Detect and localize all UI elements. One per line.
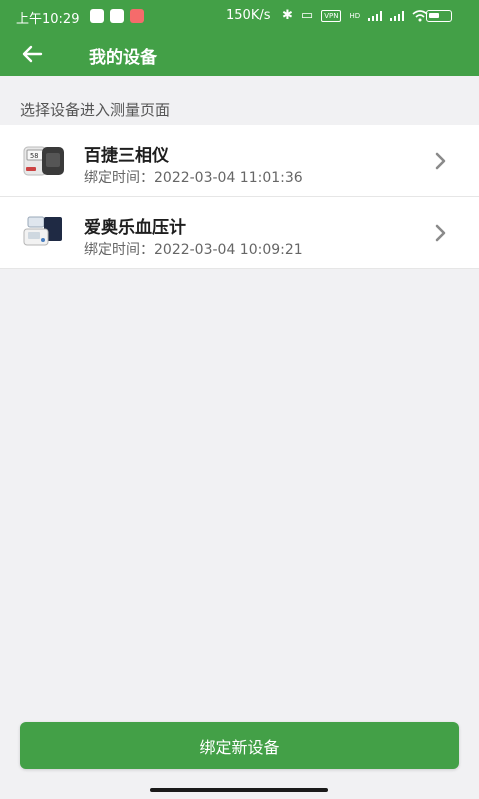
section-hint: 选择设备进入测量页面 — [20, 101, 171, 119]
blood-pressure-monitor-icon — [23, 216, 62, 246]
page-title: 我的设备 — [89, 48, 157, 68]
device-name: 百捷三相仪 — [84, 146, 169, 166]
battery-icon — [426, 10, 452, 22]
device-item-glucose-meter[interactable]: 58 百捷三相仪 绑定时间：2022-03-04 11:01:36 — [0, 125, 479, 197]
home-indicator[interactable] — [150, 788, 328, 792]
app-notification-icon — [110, 9, 124, 23]
arrow-left-icon — [22, 45, 43, 63]
status-net-speed: 150K/s — [226, 8, 271, 23]
vpn-icon: VPN — [321, 9, 342, 22]
device-name: 爱奥乐血压计 — [84, 218, 186, 238]
bind-new-device-button[interactable]: 绑定新设备 — [20, 722, 459, 769]
signal-icon — [368, 10, 383, 21]
message-notification-icon — [130, 9, 144, 23]
hd-icon: HD — [349, 11, 361, 20]
device-item-blood-pressure-monitor[interactable]: 爱奥乐血压计 绑定时间：2022-03-04 10:09:21 — [0, 197, 479, 269]
battery-fill — [429, 13, 439, 18]
chevron-right-icon — [435, 224, 446, 242]
svg-text:58: 58 — [30, 152, 38, 160]
vibrate-icon: ▭ — [300, 8, 314, 23]
status-time: 上午10:29 — [16, 12, 80, 27]
device-bind-time: 绑定时间：2022-03-04 10:09:21 — [84, 242, 303, 258]
device-list: 58 百捷三相仪 绑定时间：2022-03-04 11:01:36 爱奥乐血压计… — [0, 125, 479, 269]
device-bind-time: 绑定时间：2022-03-04 11:01:36 — [84, 170, 303, 186]
app-bar: 我的设备 — [0, 32, 479, 76]
back-button[interactable] — [16, 38, 48, 70]
status-system-icons: ✱ ▭ VPN HD — [282, 8, 428, 23]
signal-2-icon — [390, 10, 405, 21]
status-bar: 上午10:29 150K/s ✱ ▭ VPN HD — [0, 0, 479, 32]
glucose-meter-icon: 58 — [23, 146, 64, 176]
status-notification-icons — [90, 9, 144, 23]
shield-notification-icon — [90, 9, 104, 23]
screen: 上午10:29 150K/s ✱ ▭ VPN HD 我的设备 选择设备进入测量页… — [0, 0, 479, 799]
bluetooth-icon: ✱ — [282, 8, 293, 23]
chevron-right-icon — [435, 152, 446, 170]
